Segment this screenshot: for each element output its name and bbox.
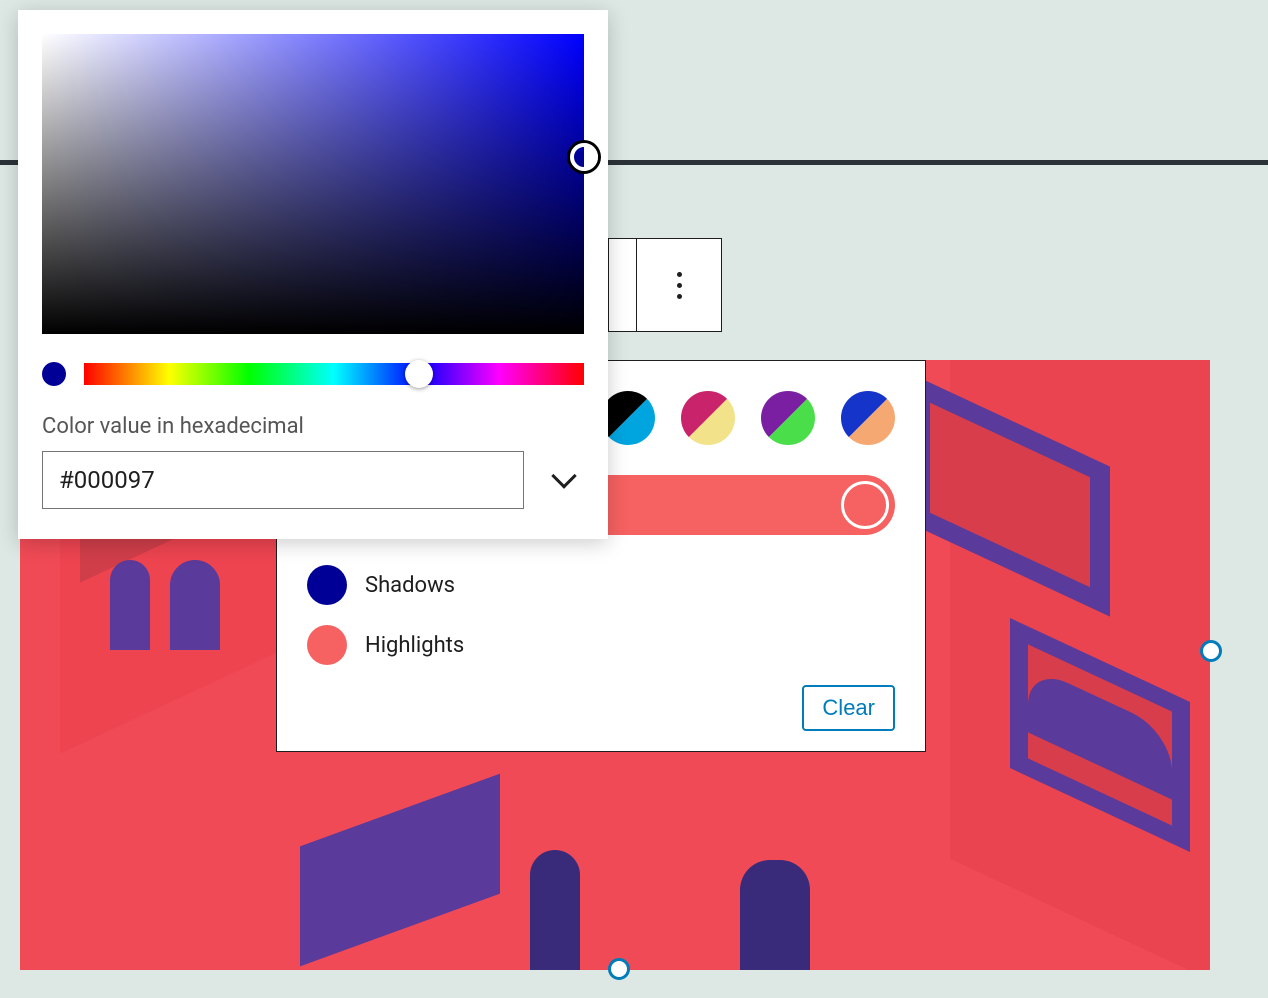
resize-handle-right[interactable]: [1200, 640, 1222, 662]
color-preview-swatch: [42, 362, 66, 386]
shadows-legend: Shadows: [307, 565, 895, 605]
hex-input-label: Color value in hexadecimal: [42, 414, 584, 439]
hue-slider-thumb[interactable]: [405, 360, 433, 388]
duotone-preset-magenta-yellow[interactable]: [681, 391, 735, 445]
more-options-button[interactable]: [636, 238, 722, 332]
saturation-cursor[interactable]: [570, 143, 598, 171]
duotone-preset-black-cyan[interactable]: [601, 391, 655, 445]
highlights-indicator-icon: [841, 481, 889, 529]
duotone-preset-blue-orange[interactable]: [841, 391, 895, 445]
duotone-highlights-picker[interactable]: [601, 475, 895, 535]
saturation-black-overlay: [42, 34, 584, 334]
art-figure: [530, 850, 580, 970]
shadows-swatch-icon: [307, 565, 347, 605]
shadows-label: Shadows: [365, 573, 455, 598]
clear-button[interactable]: Clear: [802, 685, 895, 731]
hue-slider[interactable]: [84, 363, 584, 385]
resize-handle-bottom[interactable]: [608, 958, 630, 980]
art-figure: [110, 560, 150, 650]
chevron-down-icon: [551, 463, 576, 488]
duotone-preset-purple-green[interactable]: [761, 391, 815, 445]
color-format-toggle[interactable]: [544, 460, 584, 500]
art-frame: [300, 774, 500, 967]
highlights-legend: Highlights: [307, 625, 895, 665]
kebab-icon: [677, 272, 682, 299]
toolbar-segment: [608, 238, 636, 332]
art-figure: [170, 560, 220, 650]
highlights-swatch-icon: [307, 625, 347, 665]
saturation-field[interactable]: [42, 34, 584, 334]
art-figure: [740, 860, 810, 970]
color-picker-popover: Color value in hexadecimal: [18, 10, 608, 539]
highlights-label: Highlights: [365, 633, 464, 658]
hex-input[interactable]: [42, 451, 524, 509]
